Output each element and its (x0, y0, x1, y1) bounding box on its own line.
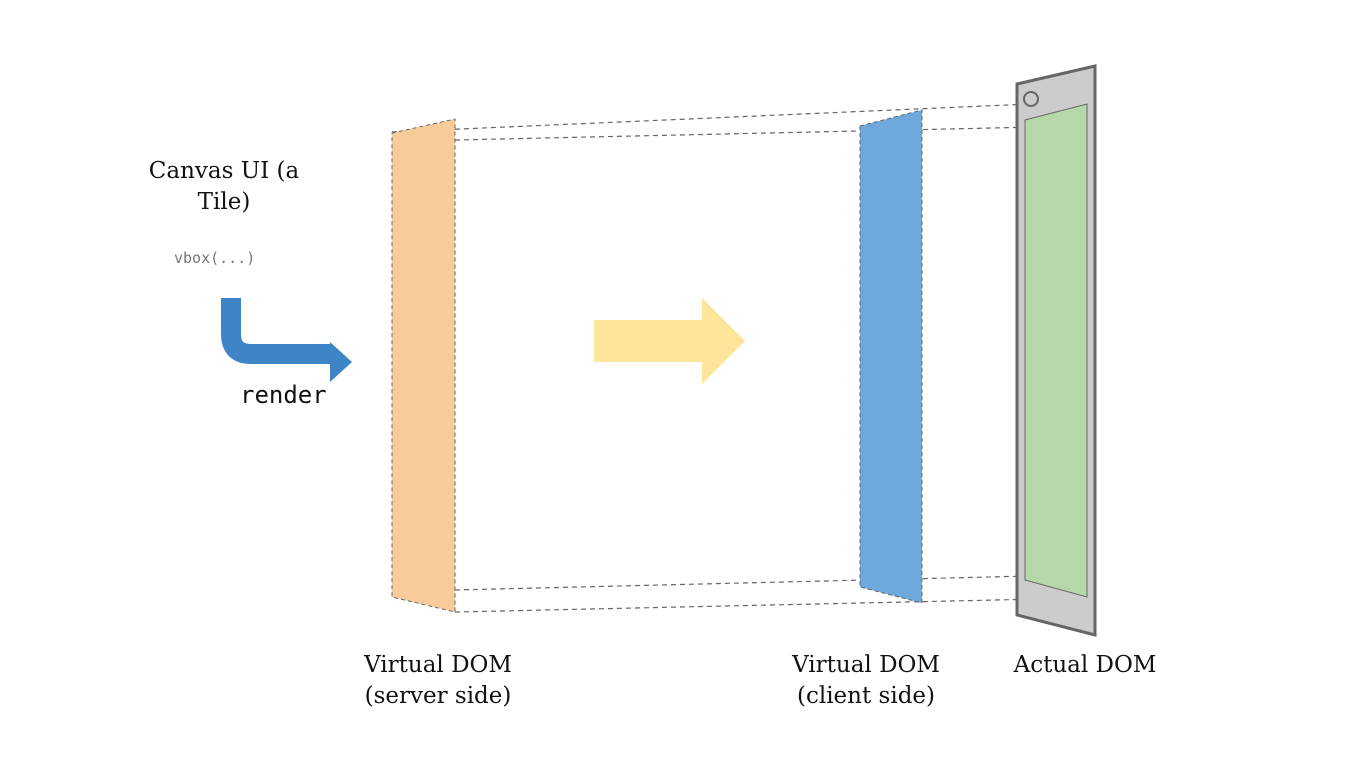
server-layer-subtitle: (server side) (364, 683, 512, 709)
transfer-arrow (594, 298, 745, 384)
render-arrow-head (330, 342, 352, 382)
device-frame (1015, 64, 1097, 637)
render-arrow-shaft (221, 298, 330, 364)
actual-dom-screen (1024, 103, 1088, 598)
server-layer-title: Virtual DOM (364, 652, 512, 678)
projection-line-top-inner (454, 125, 1083, 141)
render-label: render (240, 381, 327, 409)
render-arrow (221, 298, 352, 382)
server-virtual-dom-panel (391, 118, 456, 613)
projection-line-bottom-outer (454, 597, 1087, 613)
source-title: Canvas UI (a Tile) (148, 158, 300, 215)
server-layer-label: Virtual DOM (server side) (343, 650, 533, 712)
source-code: vbox(...) (174, 249, 256, 267)
projection-line-top-outer (391, 103, 1031, 133)
projection-line-bottom-inner (454, 575, 1031, 591)
actual-layer-label: Actual DOM (995, 650, 1175, 681)
client-layer-label: Virtual DOM (client side) (771, 650, 961, 712)
actual-layer-title: Actual DOM (1013, 652, 1157, 678)
client-virtual-dom-panel (859, 109, 923, 604)
projection-lines (391, 103, 1087, 613)
architecture-diagram: Canvas UI (a Tile) vbox(...) render Virt… (0, 0, 1366, 768)
client-layer-subtitle: (client side) (796, 683, 935, 709)
client-layer-title: Virtual DOM (792, 652, 940, 678)
